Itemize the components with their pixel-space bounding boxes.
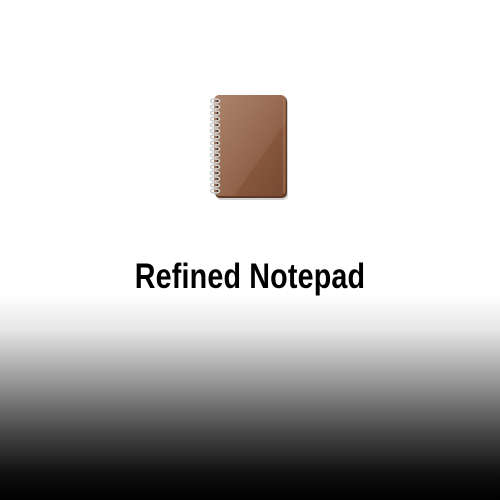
- splash-screen: Refined Notepad: [0, 0, 500, 500]
- app-title: Refined Notepad: [134, 257, 366, 296]
- notepad-icon: [206, 92, 296, 204]
